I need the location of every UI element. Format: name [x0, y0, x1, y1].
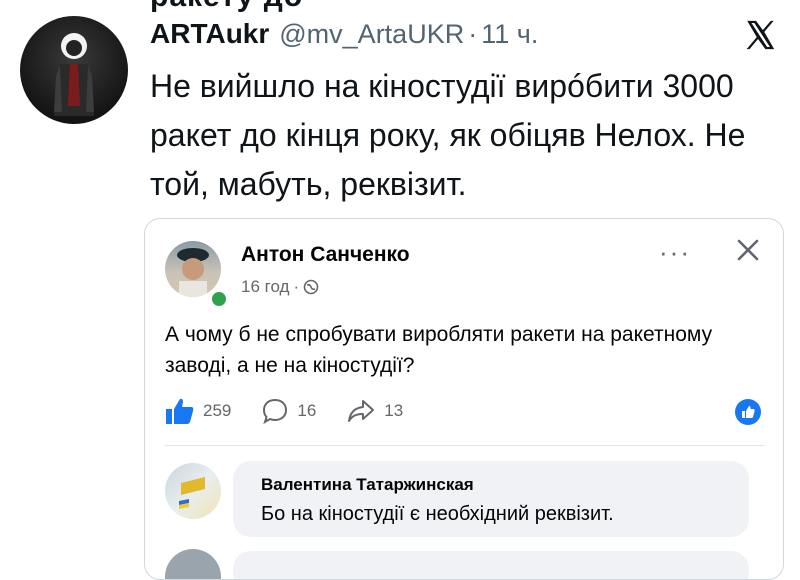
commenter-name[interactable]: Валентина Татаржинская [261, 475, 474, 495]
post-text: А чому б не спробувати виробляти ракети … [165, 323, 713, 377]
tweet-text: Не вийшло на кіностудії вирóбити 3000 ра… [150, 68, 746, 202]
post-author-name[interactable]: Антон Санченко [241, 243, 410, 267]
like-icon [166, 398, 194, 424]
online-status-indicator [209, 289, 229, 309]
header-separator: · [468, 18, 478, 49]
globe-icon [303, 279, 319, 295]
share-button[interactable]: 13 [346, 397, 403, 425]
shares-count: 13 [384, 401, 404, 420]
ukraine-flag-icon [179, 477, 205, 509]
person-photo-icon [177, 248, 209, 297]
author-name[interactable]: ARTAukr [150, 18, 269, 50]
post-author-avatar[interactable] [165, 241, 229, 309]
share-icon [348, 400, 375, 422]
post-meta-separator: · [293, 277, 300, 296]
close-icon[interactable] [733, 235, 763, 265]
comment-bubble[interactable]: Валентина Татаржинская Бо на кіностудії … [233, 461, 749, 537]
more-options-button[interactable]: ··· [659, 237, 691, 268]
comment-icon [263, 398, 288, 425]
post-author-photo [165, 241, 221, 297]
next-commenter-avatar[interactable] [165, 549, 221, 579]
post-actions: 259 16 13 [165, 397, 433, 425]
like-button[interactable]: 259 [165, 397, 231, 425]
tweet-time[interactable]: 11 ч. [481, 19, 538, 50]
commenter-avatar[interactable] [165, 463, 221, 519]
like-badge-icon [735, 399, 761, 425]
author-handle[interactable]: @mv_ArtaUKR [279, 19, 464, 50]
avatar-figure-icon [54, 33, 94, 116]
likes-count: 259 [203, 401, 232, 420]
comment-text: Бо на кіностудії є необхідний реквізит. [261, 503, 614, 525]
x-logo-icon[interactable] [742, 18, 778, 52]
comments-count: 16 [297, 401, 317, 420]
cut-off-previous-text: ракету до [150, 0, 303, 14]
post-meta: 16 год · [241, 277, 319, 297]
comments-divider [165, 445, 765, 446]
tweet-header: ARTAukr @mv_ArtaUKR · 11 ч. [150, 14, 538, 54]
comment-button[interactable]: 16 [261, 397, 316, 425]
post-time[interactable]: 16 год [241, 277, 289, 297]
author-avatar[interactable] [20, 16, 128, 124]
next-comment-bubble[interactable] [233, 551, 749, 579]
embedded-facebook-post[interactable]: Антон Санченко 16 год · ··· А чому б не … [144, 218, 784, 580]
